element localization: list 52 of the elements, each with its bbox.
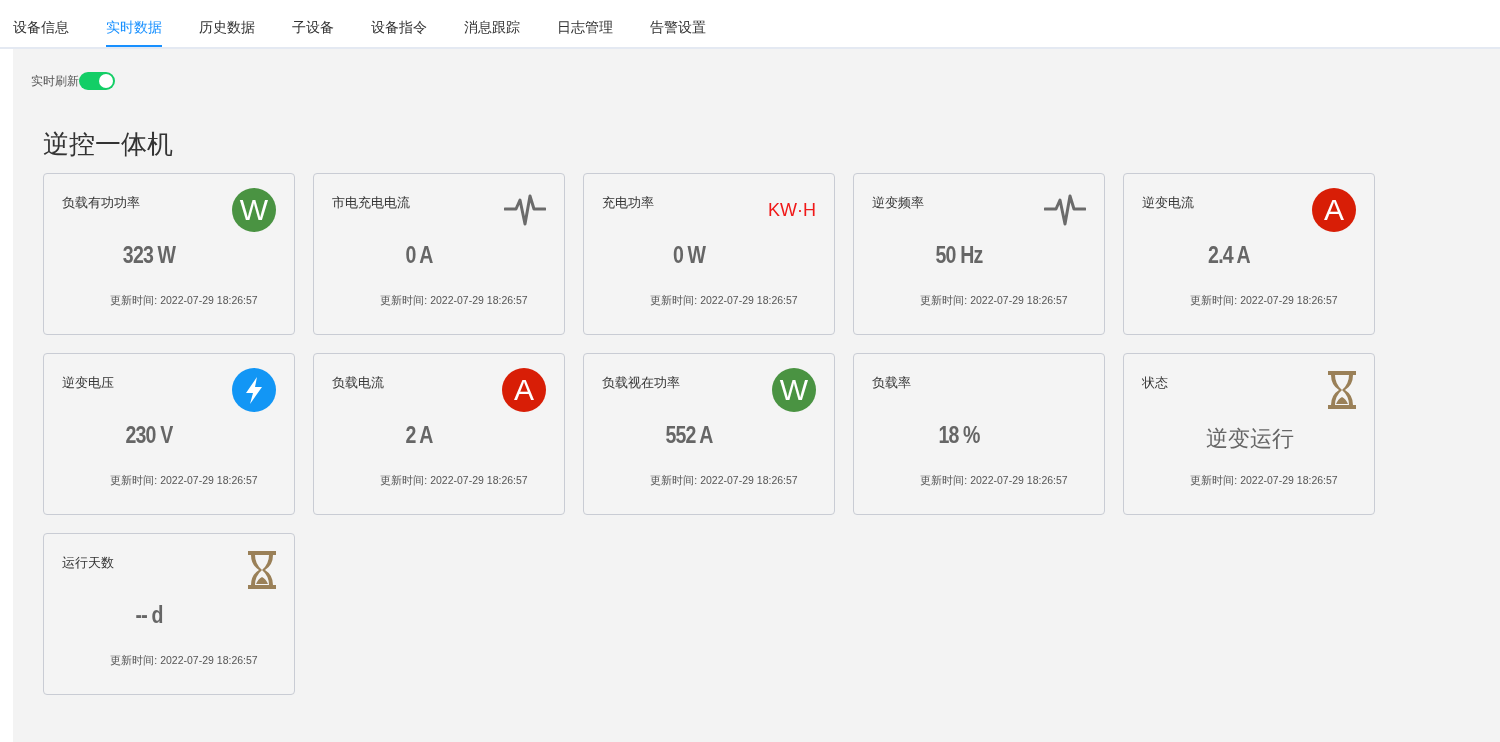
metric-label: 状态 bbox=[1142, 374, 1168, 392]
metric-label: 逆变频率 bbox=[872, 194, 924, 212]
metric-value: 230 V bbox=[124, 422, 174, 449]
update-time: 更新时间: 2022-07-29 18:26:57 bbox=[379, 474, 529, 488]
metric-value: 552 A bbox=[664, 422, 714, 449]
update-time: 更新时间: 2022-07-29 18:26:57 bbox=[379, 294, 529, 308]
hourglass-icon bbox=[248, 551, 276, 589]
metric-value: 逆变运行 bbox=[1205, 425, 1295, 453]
metric-label: 运行天数 bbox=[62, 554, 114, 572]
letter-circle-icon: A bbox=[502, 368, 546, 412]
letter-circle-icon: W bbox=[232, 188, 276, 232]
metric-value: 18 % bbox=[937, 422, 981, 449]
metric-label: 逆变电流 bbox=[1142, 194, 1194, 212]
tab[interactable]: 告警设置 bbox=[650, 0, 706, 47]
tab[interactable]: 子设备 bbox=[292, 0, 334, 47]
metric-label: 充电功率 bbox=[602, 194, 654, 212]
tab[interactable]: 消息跟踪 bbox=[464, 0, 520, 47]
toggle-label: 实时刷新 bbox=[31, 72, 79, 90]
update-time: 更新时间: 2022-07-29 18:26:57 bbox=[649, 474, 799, 488]
hourglass-icon bbox=[1328, 371, 1356, 409]
metric-value: 2 A bbox=[404, 422, 434, 449]
pulse-icon bbox=[504, 192, 546, 228]
update-time: 更新时间: 2022-07-29 18:26:57 bbox=[919, 474, 1069, 488]
letter-circle-icon: W bbox=[772, 368, 816, 412]
pulse-icon bbox=[1044, 192, 1086, 228]
metric-label: 市电充电电流 bbox=[332, 194, 410, 212]
letter-circle-icon: A bbox=[1312, 188, 1356, 232]
unit-icon: KW·H bbox=[768, 188, 816, 232]
tab[interactable]: 设备信息 bbox=[13, 0, 69, 47]
metric-value: 50 Hz bbox=[934, 242, 984, 269]
update-time: 更新时间: 2022-07-29 18:26:57 bbox=[1189, 294, 1339, 308]
metric-label: 负载率 bbox=[872, 374, 911, 392]
metric-label: 负载电流 bbox=[332, 374, 384, 392]
update-time: 更新时间: 2022-07-29 18:26:57 bbox=[919, 294, 1069, 308]
metric-value: 0 A bbox=[404, 242, 434, 269]
metric-value: 0 W bbox=[671, 242, 707, 269]
tab[interactable]: 历史数据 bbox=[199, 0, 255, 47]
update-time: 更新时间: 2022-07-29 18:26:57 bbox=[109, 294, 259, 308]
metric-label: 逆变电压 bbox=[62, 374, 114, 392]
metric-value: -- d bbox=[134, 602, 164, 629]
metric-label: 负载视在功率 bbox=[602, 374, 680, 392]
metric-value: 2.4 A bbox=[1207, 242, 1251, 269]
tab[interactable]: 日志管理 bbox=[557, 0, 613, 47]
update-time: 更新时间: 2022-07-29 18:26:57 bbox=[649, 294, 799, 308]
section-title: 逆控一体机 bbox=[43, 129, 174, 159]
update-time: 更新时间: 2022-07-29 18:26:57 bbox=[109, 654, 259, 668]
update-time: 更新时间: 2022-07-29 18:26:57 bbox=[109, 474, 259, 488]
tab[interactable]: 设备指令 bbox=[371, 0, 427, 47]
toggle-switch[interactable] bbox=[79, 72, 115, 90]
update-time: 更新时间: 2022-07-29 18:26:57 bbox=[1189, 474, 1339, 488]
metric-value: 323 W bbox=[121, 242, 177, 269]
metric-label: 负载有功功率 bbox=[62, 194, 140, 212]
